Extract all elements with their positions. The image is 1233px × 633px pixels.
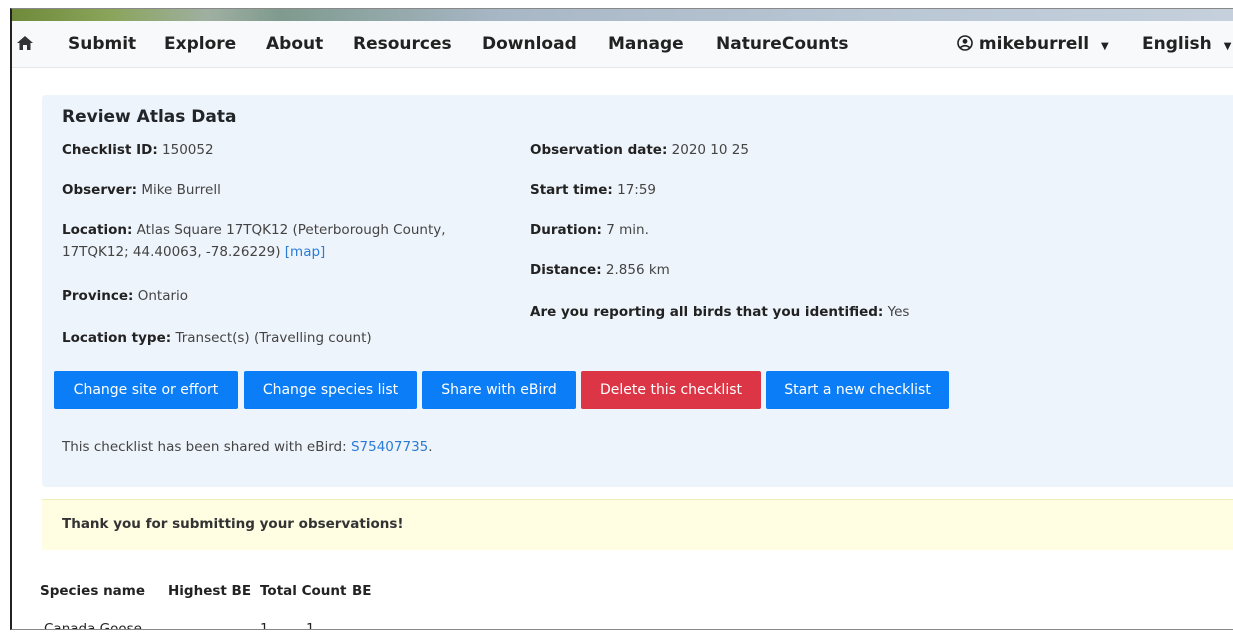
home-icon[interactable] <box>16 35 34 51</box>
start-time-label: Start time: <box>530 182 613 198</box>
total-count-cell: 1 <box>306 621 315 630</box>
language-label: English <box>1142 34 1212 54</box>
province-value: Ontario <box>137 288 189 304</box>
duration: Duration: 7 min. <box>530 219 649 241</box>
location-label: Location: <box>62 222 133 238</box>
observation-date-value: 2020 10 25 <box>671 142 749 158</box>
distance-label: Distance: <box>530 262 602 278</box>
start-time: Start time: 17:59 <box>530 179 656 201</box>
duration-label: Duration: <box>530 222 602 238</box>
distance-value: 2.856 km <box>605 262 670 278</box>
review-panel: Review Atlas Data Checklist ID: 150052 O… <box>42 95 1233 487</box>
reporting-all: Are you reporting all birds that you ide… <box>530 301 909 323</box>
species-name-cell: Canada Goose <box>44 621 142 630</box>
duration-value: 7 min. <box>606 222 649 238</box>
user-menu[interactable]: mikeburrell ▼ <box>957 34 1109 54</box>
location-type-value: Transect(s) (Travelling count) <box>175 330 372 346</box>
nav-manage[interactable]: Manage <box>608 34 684 54</box>
location: Location: Atlas Square 17TQK12 (Peterbor… <box>62 219 446 263</box>
change-site-button[interactable]: Change site or effort <box>54 371 238 409</box>
province-label: Province: <box>62 288 134 304</box>
language-menu[interactable]: English ▼ <box>1142 34 1231 54</box>
nav-naturecounts[interactable]: NatureCounts <box>716 34 848 54</box>
nav-resources[interactable]: Resources <box>353 34 452 54</box>
col-species-name: Species name <box>40 583 146 599</box>
observation-date-label: Observation date: <box>530 142 668 158</box>
nav-submit[interactable]: Submit <box>68 34 136 54</box>
thank-you-message: Thank you for submitting your observatio… <box>62 516 404 532</box>
highest-be-cell: 1 <box>260 621 269 630</box>
change-species-button[interactable]: Change species list <box>244 371 417 409</box>
province: Province: Ontario <box>62 285 188 307</box>
shared-suffix: . <box>428 439 433 455</box>
observer-label: Observer: <box>62 182 138 198</box>
start-time-value: 17:59 <box>617 182 657 198</box>
col-be: BE <box>352 583 372 599</box>
checklist-id: Checklist ID: 150052 <box>62 139 214 161</box>
new-checklist-button[interactable]: Start a new checklist <box>766 371 949 409</box>
reporting-all-value: Yes <box>887 304 910 320</box>
thank-you-alert: Thank you for submitting your observatio… <box>42 499 1233 550</box>
observer-value: Mike Burrell <box>141 182 221 198</box>
top-navbar: Submit Explore About Resources Download … <box>12 21 1233 68</box>
observation-date: Observation date: 2020 10 25 <box>530 139 749 161</box>
chevron-down-icon: ▼ <box>1101 41 1109 52</box>
location-type-label: Location type: <box>62 330 172 346</box>
shared-text: This checklist has been shared with eBir… <box>62 439 347 455</box>
reporting-all-label: Are you reporting all birds that you ide… <box>530 304 884 320</box>
checklist-id-value: 150052 <box>162 142 214 158</box>
shared-ebird-message: This checklist has been shared with eBir… <box>62 439 433 455</box>
user-name: mikeburrell <box>978 34 1090 54</box>
delete-checklist-button[interactable]: Delete this checklist <box>581 371 761 409</box>
nav-download[interactable]: Download <box>482 34 577 54</box>
nav-explore[interactable]: Explore <box>164 34 236 54</box>
map-link[interactable]: [map] <box>285 244 326 260</box>
location-value-line2: 17TQK12; 44.40063, -78.26229) <box>62 244 281 260</box>
checklist-id-label: Checklist ID: <box>62 142 158 158</box>
header-banner-strip <box>12 9 1233 21</box>
ebird-checklist-link[interactable]: S75407735 <box>351 439 428 455</box>
observer: Observer: Mike Burrell <box>62 179 221 201</box>
review-title: Review Atlas Data <box>62 107 237 127</box>
col-total-count: Total Count <box>260 583 347 599</box>
share-ebird-button[interactable]: Share with eBird <box>422 371 576 409</box>
location-type: Location type: Transect(s) (Travelling c… <box>62 327 372 349</box>
chevron-down-icon: ▼ <box>1223 41 1232 52</box>
user-icon <box>957 35 973 51</box>
location-value-line1: Atlas Square 17TQK12 (Peterborough Count… <box>136 222 446 238</box>
browser-frame: Submit Explore About Resources Download … <box>10 8 1233 630</box>
nav-about[interactable]: About <box>266 34 323 54</box>
distance: Distance: 2.856 km <box>530 259 670 281</box>
col-highest-be: Highest BE <box>168 583 252 599</box>
